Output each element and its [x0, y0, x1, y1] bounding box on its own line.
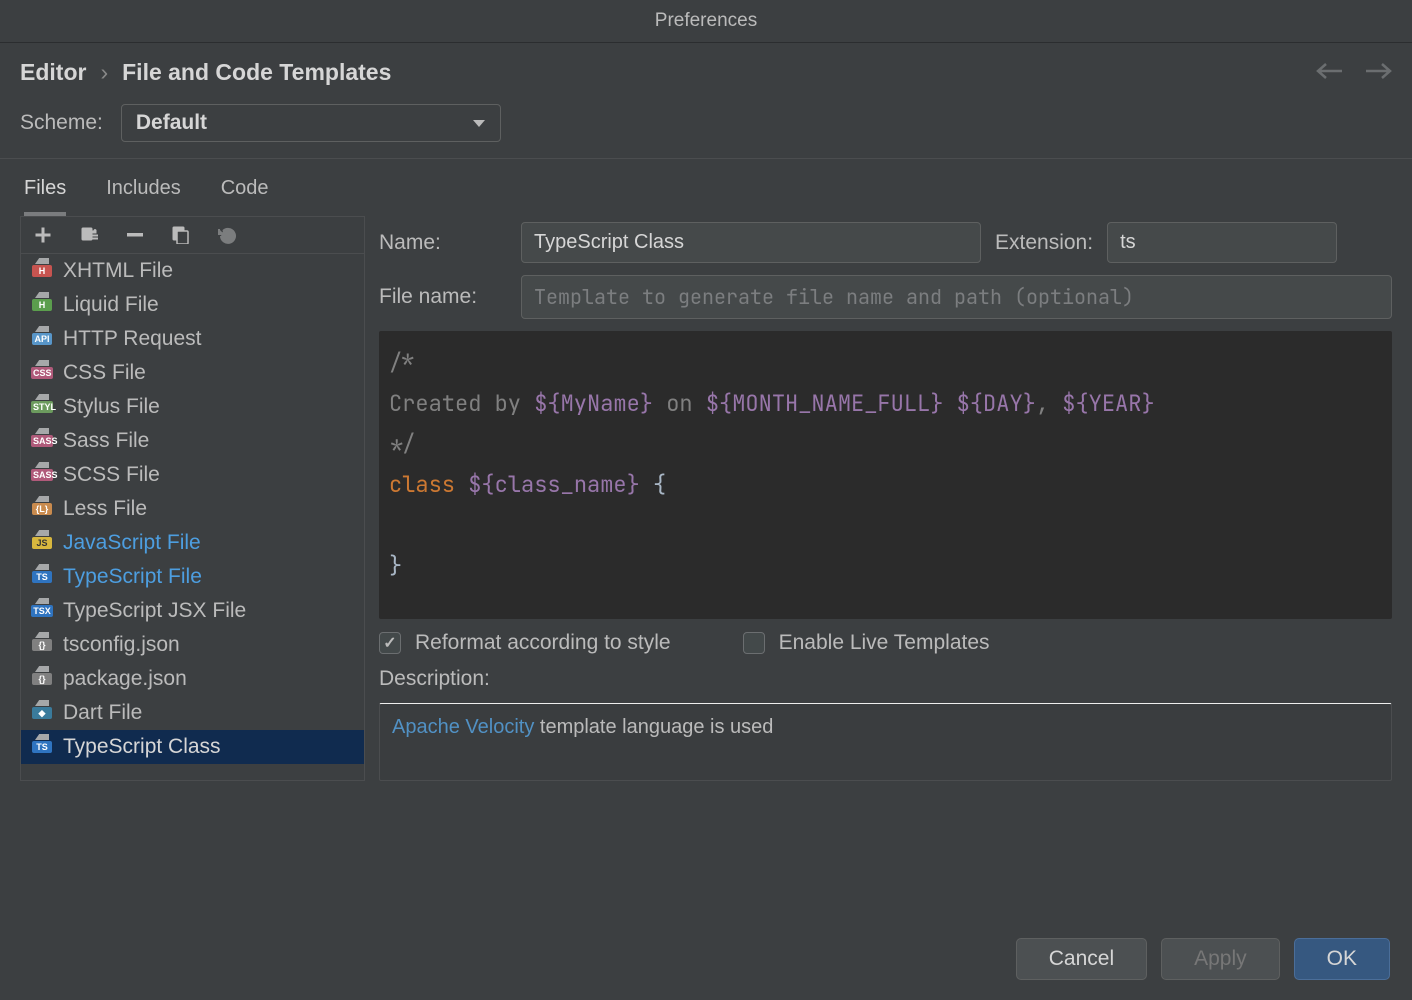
breadcrumb-sep: › — [100, 59, 108, 86]
template-editor: Name: Extension: File name: /* Created b… — [379, 216, 1392, 781]
list-item[interactable]: SASS Sass File — [21, 424, 364, 458]
filename-input[interactable] — [521, 275, 1392, 319]
revert-icon[interactable] — [217, 225, 237, 245]
list-item[interactable]: API HTTP Request — [21, 322, 364, 356]
reformat-checkbox[interactable]: Reformat according to style — [379, 631, 671, 655]
name-label: Name: — [379, 231, 507, 255]
checkbox-row: Reformat according to style Enable Live … — [379, 631, 1392, 655]
cancel-button[interactable]: Cancel — [1016, 938, 1147, 980]
list-item[interactable]: SASS SCSS File — [21, 458, 364, 492]
live-templates-label: Enable Live Templates — [779, 631, 990, 655]
scheme-dropdown[interactable]: Default — [121, 104, 501, 142]
description-label: Description: — [379, 667, 1392, 691]
tab-code[interactable]: Code — [221, 177, 269, 216]
file-type-icon: {} — [31, 670, 53, 688]
file-type-icon: API — [31, 330, 53, 348]
list-item[interactable]: JS JavaScript File — [21, 526, 364, 560]
list-item[interactable]: {L} Less File — [21, 492, 364, 526]
nav-back-icon[interactable] — [1316, 59, 1344, 86]
file-list: H XHTML File H Liquid File API HTTP Request CS… — [21, 254, 364, 764]
list-item[interactable]: TS TypeScript Class — [21, 730, 364, 764]
tab-files[interactable]: Files — [24, 177, 66, 216]
dialog-buttons: Cancel Apply OK — [1016, 938, 1390, 980]
list-item-label: Sass File — [63, 429, 149, 453]
list-item-label: Dart File — [63, 701, 142, 725]
chevron-down-icon — [472, 111, 486, 135]
apache-velocity-link[interactable]: Apache Velocity — [392, 716, 534, 738]
list-item[interactable]: H Liquid File — [21, 288, 364, 322]
list-item[interactable]: STYL Stylus File — [21, 390, 364, 424]
list-item-label: TypeScript JSX File — [63, 599, 246, 623]
scheme-value: Default — [136, 111, 207, 135]
list-item[interactable]: TS TypeScript File — [21, 560, 364, 594]
list-item-label: Less File — [63, 497, 147, 521]
file-type-icon: H — [31, 262, 53, 280]
duplicate-icon[interactable] — [171, 225, 191, 245]
breadcrumb-editor[interactable]: Editor — [20, 59, 86, 86]
list-item[interactable]: TSX TypeScript JSX File — [21, 594, 364, 628]
list-item[interactable]: {} package.json — [21, 662, 364, 696]
checkbox-checked-icon — [379, 632, 401, 654]
file-type-icon: CSS — [31, 364, 53, 382]
list-item[interactable]: H XHTML File — [21, 254, 364, 288]
file-type-icon: ◆ — [31, 704, 53, 722]
window-title: Preferences — [0, 0, 1412, 43]
file-type-icon: SASS — [31, 466, 53, 484]
list-item-label: package.json — [63, 667, 187, 691]
scheme-label: Scheme: — [20, 111, 103, 135]
add-icon[interactable] — [33, 225, 53, 245]
file-type-icon: {} — [31, 636, 53, 654]
nav-forward-icon[interactable] — [1364, 59, 1392, 86]
list-toolbar — [21, 216, 364, 254]
reformat-label: Reformat according to style — [415, 631, 671, 655]
file-type-icon: JS — [31, 534, 53, 552]
file-type-icon: TSX — [31, 602, 53, 620]
list-item-label: CSS File — [63, 361, 146, 385]
template-code-editor[interactable]: /* Created by ${MyName} on ${MONTH_NAME_… — [379, 331, 1392, 619]
file-type-icon: TS — [31, 738, 53, 756]
list-item-label: Liquid File — [63, 293, 159, 317]
description-text: template language is used — [534, 716, 773, 738]
file-type-icon: TS — [31, 568, 53, 586]
filename-label: File name: — [379, 285, 507, 309]
list-item-label: TypeScript Class — [63, 735, 221, 759]
list-item[interactable]: ◆ Dart File — [21, 696, 364, 730]
scheme-row: Scheme: Default — [0, 98, 1412, 159]
ok-button[interactable]: OK — [1294, 938, 1390, 980]
description-box: Apache Velocity template language is use… — [379, 703, 1392, 781]
tabs: Files Includes Code — [0, 159, 1412, 216]
file-type-icon: SASS — [31, 432, 53, 450]
list-item-label: HTTP Request — [63, 327, 202, 351]
live-templates-checkbox[interactable]: Enable Live Templates — [743, 631, 990, 655]
checkbox-unchecked-icon — [743, 632, 765, 654]
list-item[interactable]: {} tsconfig.json — [21, 628, 364, 662]
list-item-label: JavaScript File — [63, 531, 201, 555]
list-item-label: Stylus File — [63, 395, 160, 419]
list-item-label: TypeScript File — [63, 565, 202, 589]
tab-includes[interactable]: Includes — [106, 177, 181, 216]
file-type-icon: STYL — [31, 398, 53, 416]
breadcrumb-templates: File and Code Templates — [122, 59, 391, 86]
list-item-label: SCSS File — [63, 463, 160, 487]
extension-label: Extension: — [995, 231, 1093, 255]
template-list-panel: H XHTML File H Liquid File API HTTP Request CS… — [20, 216, 365, 781]
list-item-label: XHTML File — [63, 259, 173, 283]
list-item[interactable]: CSS CSS File — [21, 356, 364, 390]
apply-button[interactable]: Apply — [1161, 938, 1280, 980]
list-item-label: tsconfig.json — [63, 633, 180, 657]
copy-template-icon[interactable] — [79, 225, 99, 245]
remove-icon[interactable] — [125, 225, 145, 245]
extension-input[interactable] — [1107, 222, 1337, 263]
file-type-icon: {L} — [31, 500, 53, 518]
file-type-icon: H — [31, 296, 53, 314]
name-input[interactable] — [521, 222, 981, 263]
breadcrumb: Editor › File and Code Templates — [0, 43, 1412, 98]
